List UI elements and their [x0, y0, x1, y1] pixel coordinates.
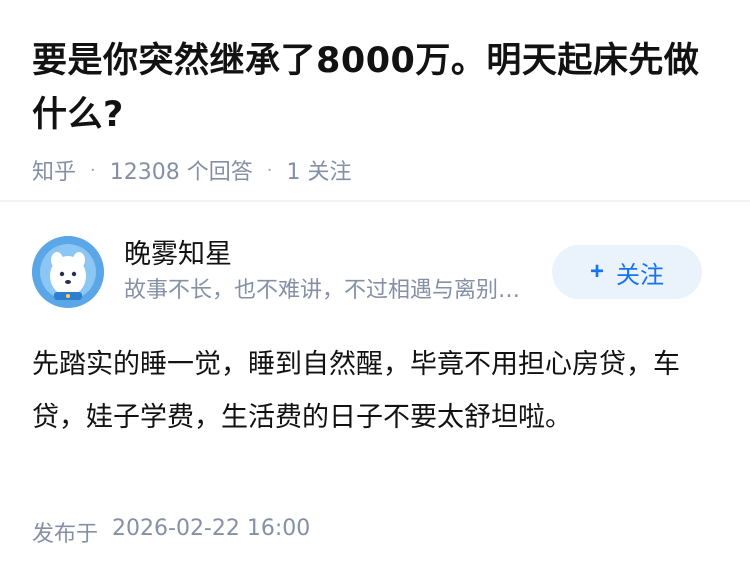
question-meta: 知乎 · 12308 个回答 · 1 关注: [32, 154, 718, 186]
question-header: 要是你突然继承了8000万。明天起床先做什么? 知乎 · 12308 个回答 ·…: [0, 0, 750, 186]
follow-count[interactable]: 1 关注: [286, 154, 351, 186]
plus-icon: +: [589, 258, 604, 285]
section-divider: [0, 200, 750, 202]
answer-content[interactable]: 先踏实的睡一觉，睡到自然醒，毕竟不用担心房贷，车贷，娃子学费，生活费的日子不要太…: [32, 338, 682, 444]
author-info: 晚雾知星 故事不长，也不难讲，不过相遇与离别罢了: [124, 236, 552, 308]
publish-label: 发布于: [32, 522, 99, 547]
author-bio: 故事不长，也不难讲，不过相遇与离别罢了: [124, 278, 534, 303]
answer-count[interactable]: 12308 个回答: [110, 154, 253, 186]
publish-time: 2026-02-22 16:00: [112, 516, 311, 541]
follow-button[interactable]: + 关注: [552, 245, 702, 299]
answer-author-row: 晚雾知星 故事不长，也不难讲，不过相遇与离别罢了 + 关注: [32, 232, 702, 312]
question-title[interactable]: 要是你突然继承了8000万。明天起床先做什么?: [32, 34, 718, 142]
author-name[interactable]: 晚雾知星: [124, 236, 552, 274]
separator-dot: ·: [90, 159, 96, 181]
follow-button-label: 关注: [616, 261, 664, 289]
source-label[interactable]: 知乎: [32, 154, 76, 186]
separator-dot: ·: [266, 159, 273, 181]
publish-info: 发布于 2026-02-22 16:00: [32, 516, 310, 548]
avatar[interactable]: [32, 236, 104, 308]
avatar-illustration-icon: [32, 236, 104, 308]
